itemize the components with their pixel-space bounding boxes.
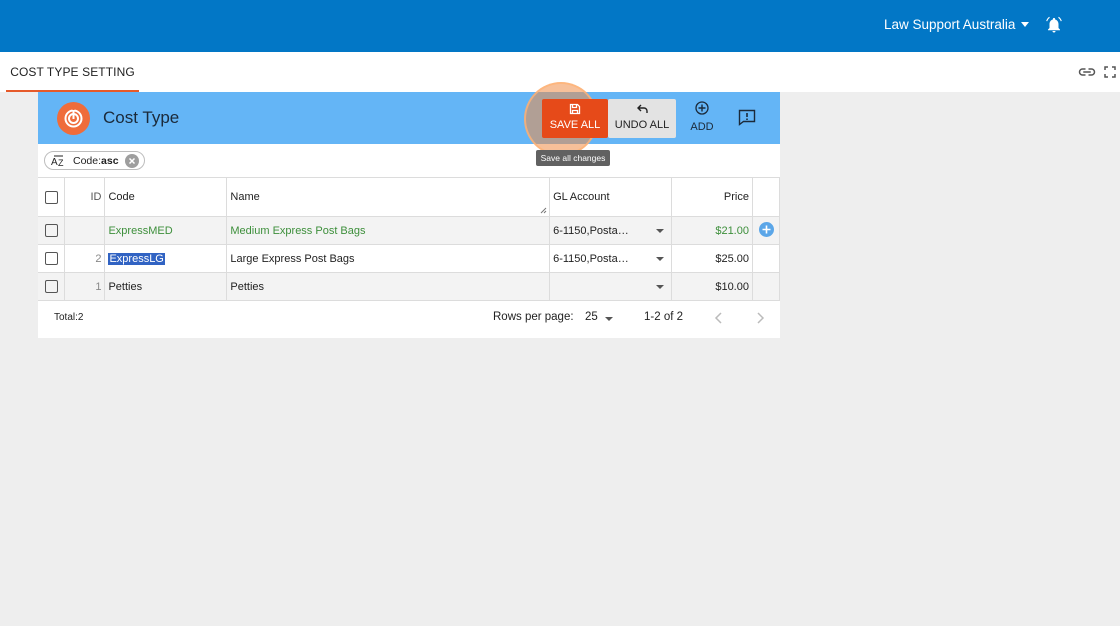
- row-id: 1: [64, 272, 106, 301]
- chevron-down-icon: [605, 317, 613, 321]
- row-action-cell: [752, 272, 781, 301]
- row-gl-account-value: 6-1150,Posta…: [553, 224, 629, 237]
- table-row[interactable]: 1 Petties Petties $10.00: [38, 272, 781, 301]
- row-name[interactable]: Large Express Post Bags: [226, 244, 551, 273]
- save-all-button[interactable]: SAVE ALL: [542, 99, 608, 138]
- row-gl-account-select[interactable]: 6-1150,Posta…: [549, 244, 673, 273]
- total-count: Total:2: [54, 312, 84, 323]
- row-select-cell: [38, 244, 66, 273]
- chevron-down-icon: [1021, 22, 1030, 27]
- cost-type-table: ID Code Name GL Account Price ExpressMED…: [38, 177, 781, 301]
- row-id: [64, 216, 106, 245]
- page-range: 1-2 of 2: [644, 311, 683, 323]
- row-checkbox[interactable]: [44, 252, 58, 265]
- chevron-left-icon[interactable]: [713, 311, 725, 325]
- undo-icon: [637, 104, 648, 113]
- row-gl-account-select[interactable]: 6-1150,Posta…: [549, 216, 673, 245]
- row-code[interactable]: ExpressMED: [104, 216, 228, 245]
- undo-all-button[interactable]: UNDO ALL: [608, 99, 676, 138]
- row-price[interactable]: $21.00: [671, 216, 753, 245]
- undo-all-label: UNDO ALL: [614, 119, 670, 131]
- org-switcher[interactable]: Law Support Australia: [884, 17, 1030, 32]
- cost-type-logo-icon: [57, 102, 90, 135]
- table-row[interactable]: 2 ExpressLG Large Express Post Bags 6-11…: [38, 244, 781, 273]
- select-all-cell: [38, 177, 66, 217]
- row-name[interactable]: Petties: [226, 272, 551, 301]
- cost-type-card: Cost Type SAVE ALL UNDO ALL ADD Save all…: [38, 82, 781, 338]
- column-header-name[interactable]: Name: [226, 177, 551, 217]
- row-action-cell: [752, 216, 781, 245]
- sort-field: Code:: [73, 155, 102, 167]
- org-name: Law Support Australia: [884, 17, 1016, 32]
- column-header-price[interactable]: Price: [671, 177, 753, 217]
- rows-per-page-select[interactable]: 25: [585, 311, 617, 323]
- row-code[interactable]: Petties: [104, 272, 228, 301]
- row-action-cell: [752, 244, 781, 273]
- row-code-input[interactable]: ExpressLG: [104, 244, 228, 273]
- svg-text:Z: Z: [58, 158, 64, 167]
- table-row[interactable]: ExpressMED Medium Express Post Bags 6-11…: [38, 216, 781, 245]
- add-circle-icon: [695, 101, 709, 115]
- column-header-id[interactable]: ID: [64, 177, 106, 217]
- fullscreen-icon[interactable]: [1104, 66, 1116, 78]
- bell-icon[interactable]: [1045, 16, 1063, 34]
- rows-per-page-value: 25: [585, 311, 598, 323]
- resize-handle-icon[interactable]: [540, 207, 547, 214]
- tab-cost-type-setting[interactable]: COST TYPE SETTING: [6, 52, 139, 92]
- add-label: ADD: [690, 121, 714, 133]
- card-header: Cost Type SAVE ALL UNDO ALL ADD: [38, 82, 780, 156]
- row-checkbox[interactable]: [44, 224, 58, 237]
- row-name[interactable]: Medium Express Post Bags: [226, 216, 551, 245]
- close-icon[interactable]: [125, 154, 139, 168]
- add-row-icon[interactable]: [758, 222, 774, 237]
- save-all-tooltip: Save all changes: [536, 150, 610, 166]
- sort-chip[interactable]: A Z Code:asc: [44, 151, 145, 170]
- app-bar: Law Support Australia: [0, 0, 1120, 52]
- column-header-name-label: Name: [230, 191, 260, 203]
- card-title: Cost Type: [103, 108, 180, 127]
- column-header-code[interactable]: Code: [104, 177, 228, 217]
- row-code-selected-text: ExpressLG: [108, 252, 165, 265]
- svg-text:A: A: [51, 157, 58, 167]
- table-header-row: ID Code Name GL Account Price: [38, 177, 781, 217]
- row-select-cell: [38, 216, 66, 245]
- row-checkbox[interactable]: [44, 280, 58, 293]
- add-button[interactable]: ADD: [685, 99, 719, 138]
- link-icon[interactable]: [1078, 65, 1096, 79]
- row-gl-account-value: 6-1150,Posta…: [553, 252, 629, 265]
- sort-chip-label: Code:asc: [73, 155, 119, 167]
- chevron-down-icon: [656, 285, 665, 289]
- sort-direction: asc: [101, 155, 119, 167]
- chevron-down-icon: [656, 229, 665, 233]
- save-all-label: SAVE ALL: [549, 119, 601, 131]
- row-select-cell: [38, 272, 66, 301]
- row-price[interactable]: $10.00: [671, 272, 753, 301]
- column-header-actions: [752, 177, 781, 217]
- column-header-gl-account[interactable]: GL Account: [549, 177, 673, 217]
- feedback-icon[interactable]: [738, 109, 756, 126]
- row-id: 2: [64, 244, 106, 273]
- row-price[interactable]: $25.00: [671, 244, 753, 273]
- save-icon: [569, 103, 581, 115]
- moon-icon[interactable]: [1088, 17, 1104, 35]
- rows-per-page-label: Rows per page:: [493, 311, 574, 323]
- select-all-checkbox[interactable]: [44, 190, 58, 204]
- chevron-right-icon[interactable]: [754, 311, 766, 325]
- sort-az-icon: A Z: [51, 155, 67, 168]
- chevron-down-icon: [656, 257, 665, 261]
- table-footer: Total:2 Rows per page: 25 1-2 of 2: [38, 306, 780, 334]
- row-gl-account-select[interactable]: [549, 272, 673, 301]
